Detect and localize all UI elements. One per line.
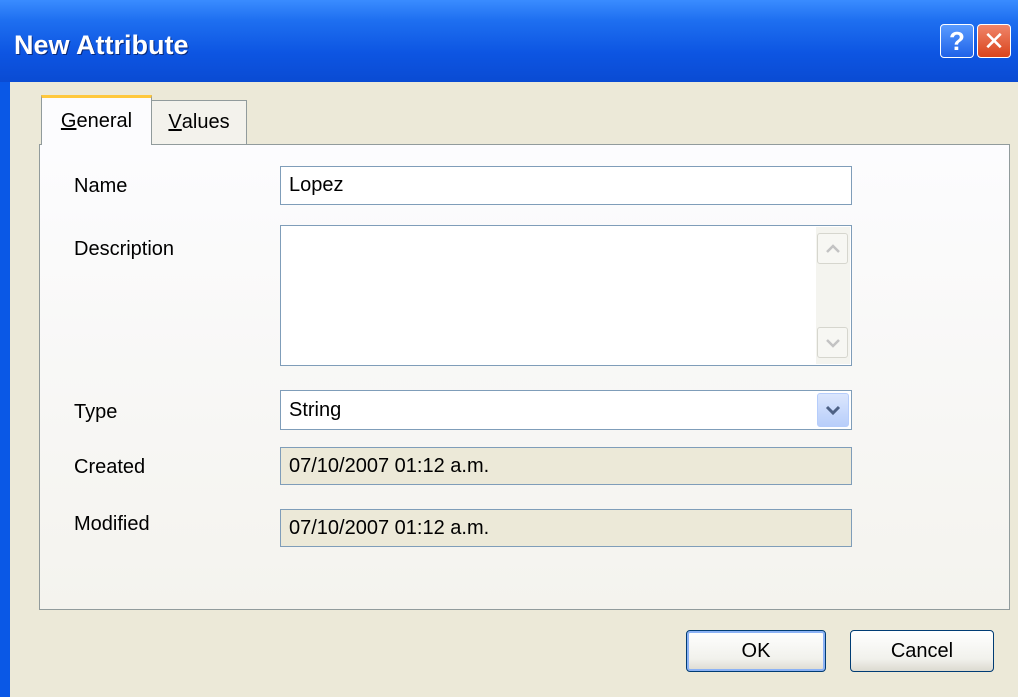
scroll-down-button[interactable] <box>817 327 848 358</box>
description-label: Description <box>74 238 175 260</box>
created-label: Created <box>74 456 146 478</box>
cancel-button-label: Cancel <box>890 639 954 662</box>
cancel-button[interactable]: Cancel <box>850 630 994 672</box>
dialog-window: New Attribute ? ✕ General Values Name Lo… <box>0 0 1018 697</box>
description-scrollbar[interactable] <box>816 227 850 364</box>
type-dropdown-button[interactable] <box>817 393 849 427</box>
description-field[interactable] <box>280 225 852 366</box>
ok-button-label: OK <box>741 639 771 662</box>
chevron-up-icon <box>825 243 840 253</box>
close-icon: ✕ <box>983 26 1005 56</box>
name-label: Name <box>74 175 128 197</box>
type-label: Type <box>74 401 118 423</box>
tab-values-mnemonic: V <box>168 111 182 133</box>
ok-button[interactable]: OK <box>686 630 826 672</box>
modified-field: 07/10/2007 01:12 a.m. <box>280 509 852 547</box>
created-field-value: 07/10/2007 01:12 a.m. <box>289 454 490 477</box>
chevron-down-icon <box>825 338 840 348</box>
tab-values[interactable]: Values <box>151 100 247 144</box>
type-dropdown[interactable]: String <box>280 390 852 430</box>
modified-label: Modified <box>74 513 150 535</box>
tab-general-mnemonic: G <box>60 110 77 132</box>
name-field[interactable]: Lopez <box>280 166 852 205</box>
help-icon: ? <box>949 26 965 56</box>
modified-field-value: 07/10/2007 01:12 a.m. <box>289 516 490 539</box>
dialog-title: New Attribute <box>14 30 189 60</box>
title-bar[interactable]: New Attribute ? ✕ <box>0 0 1018 82</box>
tab-general[interactable]: General <box>41 95 152 145</box>
general-tab-panel: Name Lopez Description Type String Creat… <box>39 144 1010 610</box>
name-field-value: Lopez <box>289 174 344 196</box>
scroll-up-button[interactable] <box>817 233 848 264</box>
type-dropdown-value: String <box>289 398 342 421</box>
chevron-down-icon <box>825 405 841 415</box>
created-field: 07/10/2007 01:12 a.m. <box>280 447 852 485</box>
close-button[interactable]: ✕ <box>977 24 1011 58</box>
tab-values-label: alues <box>181 111 230 133</box>
tab-general-label: eneral <box>76 110 133 132</box>
help-button[interactable]: ? <box>940 24 974 58</box>
dialog-client-area: General Values Name Lopez Description Ty… <box>10 82 1018 697</box>
